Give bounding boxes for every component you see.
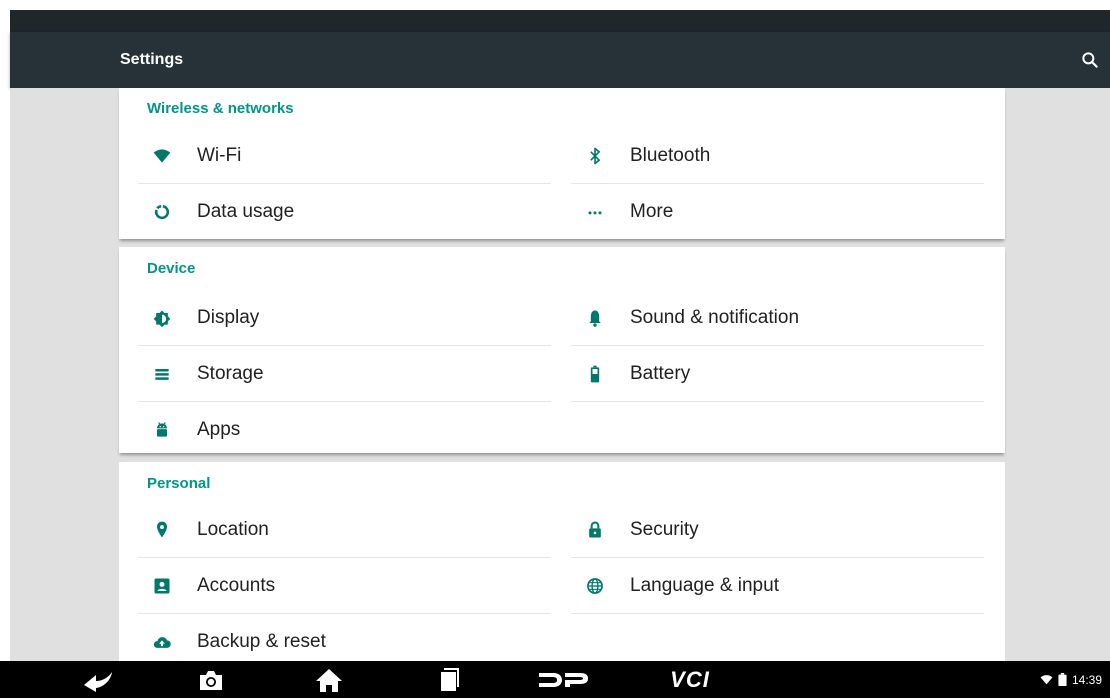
- display-icon: [152, 308, 172, 328]
- setting-label: Data usage: [197, 201, 295, 222]
- setting-label: Wi-Fi: [197, 145, 242, 166]
- settings-list[interactable]: Wireless & networks Wi-Fi Bluetooth Data…: [10, 88, 1110, 661]
- more-icon: [585, 202, 605, 222]
- back-button[interactable]: [80, 665, 116, 694]
- setting-sound[interactable]: Sound & notification: [571, 290, 984, 346]
- camera-button[interactable]: [193, 665, 229, 694]
- setting-bluetooth[interactable]: Bluetooth: [571, 128, 984, 184]
- dp-logo-icon: [539, 672, 588, 687]
- setting-battery[interactable]: Battery: [571, 346, 984, 402]
- data-usage-icon: [152, 202, 172, 222]
- page-title: Settings: [120, 51, 184, 68]
- setting-apps[interactable]: Apps: [138, 402, 551, 457]
- setting-backup[interactable]: Backup & reset: [138, 614, 551, 661]
- setting-label: Backup & reset: [197, 631, 326, 652]
- setting-storage[interactable]: Storage: [138, 346, 551, 402]
- wifi-status-icon: [1040, 675, 1053, 685]
- setting-label: Location: [197, 519, 269, 540]
- setting-label: Accounts: [197, 575, 276, 596]
- clock: 14:39: [1071, 672, 1102, 687]
- search-icon[interactable]: [1080, 50, 1100, 70]
- location-icon: [152, 520, 172, 540]
- storage-icon: [152, 364, 172, 384]
- camera-icon: [200, 670, 222, 690]
- system-status: 14:39: [1040, 661, 1102, 698]
- battery-icon: [585, 364, 605, 384]
- lock-icon: [585, 520, 605, 540]
- section-wireless: Wireless & networks Wi-Fi Bluetooth Data…: [119, 88, 1005, 239]
- home-button[interactable]: [311, 665, 347, 694]
- recents-icon: [441, 667, 459, 691]
- setting-language[interactable]: Language & input: [571, 558, 984, 614]
- battery-status-icon: [1058, 673, 1067, 686]
- section-title: Wireless & networks: [147, 100, 294, 117]
- android-icon: [152, 420, 172, 440]
- setting-label: Apps: [197, 419, 241, 440]
- home-icon: [316, 668, 342, 692]
- cloud-upload-icon: [152, 632, 172, 652]
- setting-accounts[interactable]: Accounts: [138, 558, 551, 614]
- screen-frame: [0, 0, 1110, 10]
- setting-label: More: [630, 201, 674, 222]
- vci-button[interactable]: VCI: [665, 665, 715, 694]
- bluetooth-icon: [585, 146, 605, 166]
- setting-more[interactable]: More: [571, 184, 984, 239]
- setting-label: Language & input: [630, 575, 779, 596]
- setting-label: Bluetooth: [630, 145, 711, 166]
- section-title: Personal: [147, 475, 211, 492]
- setting-location[interactable]: Location: [138, 502, 551, 558]
- section-device: Device Display Sound & notification Stor…: [119, 247, 1005, 453]
- setting-display[interactable]: Display: [138, 290, 551, 346]
- recents-button[interactable]: [430, 665, 466, 694]
- navigation-bar: VCI 14:39: [0, 661, 1110, 698]
- back-arrow-icon: [84, 671, 112, 692]
- setting-label: Display: [197, 307, 260, 328]
- setting-wifi[interactable]: Wi-Fi: [138, 128, 551, 184]
- section-title: Device: [147, 260, 196, 277]
- section-personal: Personal Location Security Accounts Lang…: [119, 462, 1005, 661]
- setting-label: Battery: [630, 363, 691, 384]
- dp-button[interactable]: [533, 665, 593, 694]
- setting-security[interactable]: Security: [571, 502, 984, 558]
- setting-label: Security: [630, 519, 699, 540]
- globe-icon: [585, 576, 605, 596]
- status-bar: [10, 10, 1110, 32]
- setting-label: Storage: [197, 363, 264, 384]
- setting-label: Sound & notification: [630, 307, 800, 328]
- wifi-icon: [152, 146, 172, 166]
- account-icon: [152, 576, 172, 596]
- setting-data-usage[interactable]: Data usage: [138, 184, 551, 239]
- action-bar: Settings: [10, 32, 1110, 88]
- bell-icon: [585, 308, 605, 328]
